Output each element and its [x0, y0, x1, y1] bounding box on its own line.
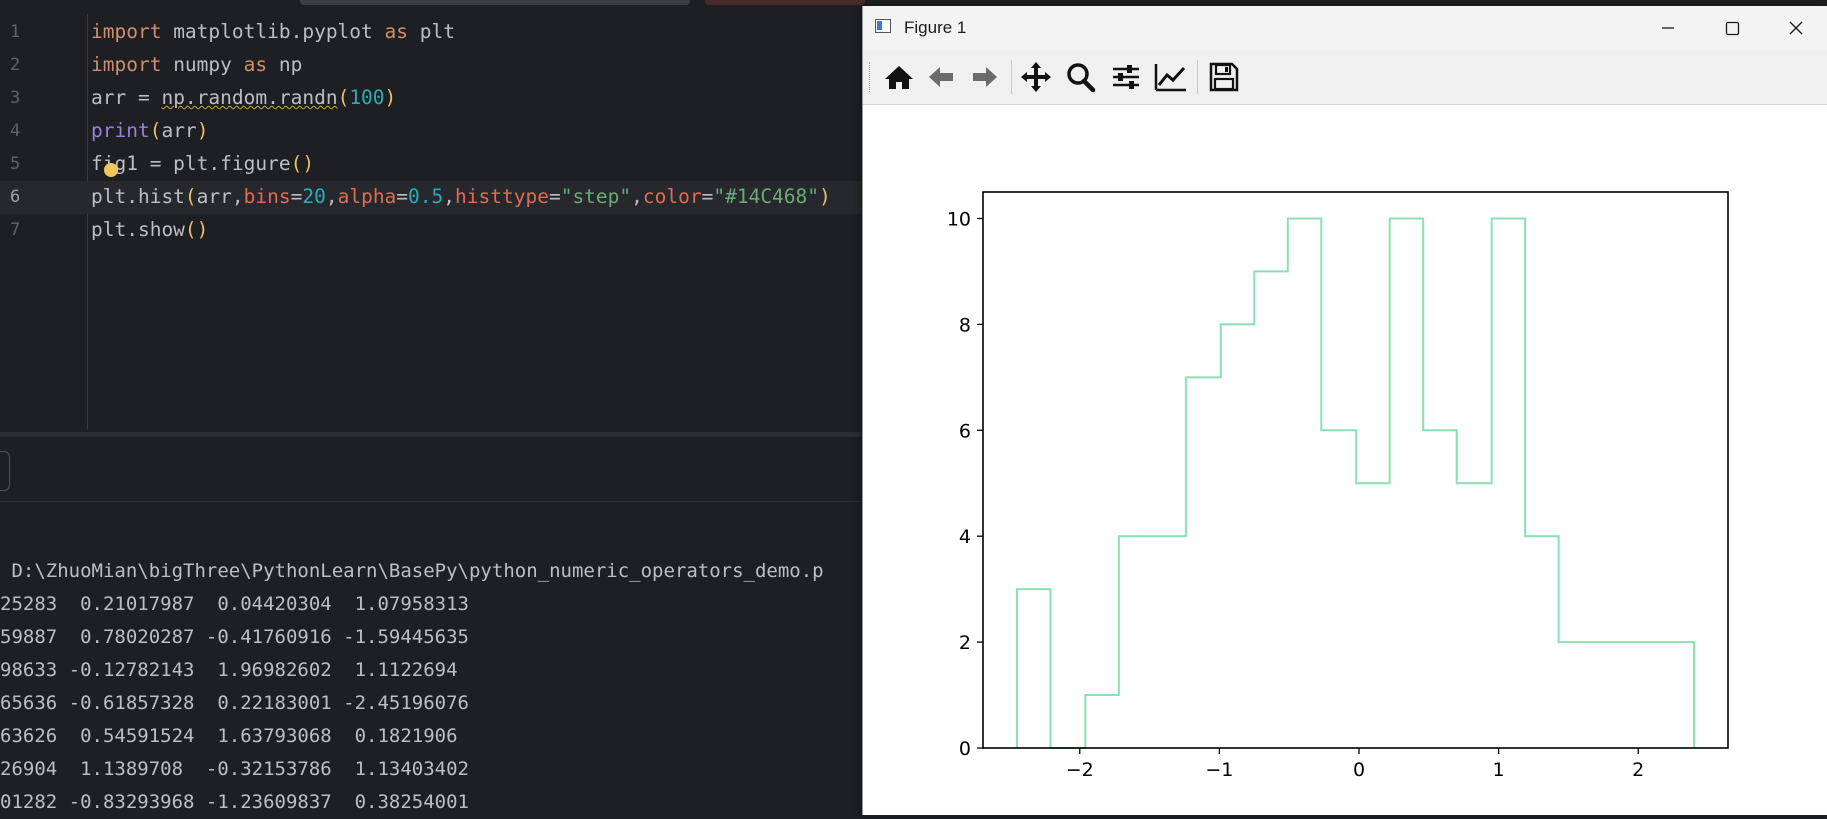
code-text: print(arr) [91, 119, 209, 142]
code-line[interactable]: 7 plt.show() [0, 214, 870, 247]
app-icon [875, 19, 891, 33]
save-icon[interactable] [1206, 60, 1242, 94]
histogram-step-line [1015, 217, 1696, 749]
console-row: 65636 -0.61857328 0.22183001 -2.45196076 [0, 692, 469, 714]
y-tick-label: 4 [959, 526, 971, 548]
editor-tab-strip[interactable] [300, 0, 690, 5]
code-line[interactable]: 5 fig1 = plt.figure() [0, 148, 870, 181]
line-number: 5 [10, 154, 21, 174]
console-row: 26904 1.1389708 -0.32153786 1.13403402 [0, 758, 469, 780]
code-text: plt.hist(arr,bins=20,alpha=0.5,histtype=… [91, 185, 831, 208]
console-row: 25283 0.21017987 0.04420304 1.07958313 [0, 593, 469, 615]
title-bar[interactable]: Figure 1 [863, 6, 1827, 50]
code-text: arr = np.random.randn(100) [91, 86, 397, 109]
line-number: 4 [10, 121, 21, 141]
code-line[interactable]: 4 print(arr) [0, 115, 870, 148]
run-widget[interactable] [705, 0, 865, 5]
zoom-icon[interactable] [1063, 60, 1099, 94]
toolbar-grip[interactable] [869, 62, 873, 92]
figure-canvas[interactable]: −2 −1 0 1 2 0 2 4 6 8 10 [863, 105, 1827, 815]
console-row: 63626 0.54591524 1.63793068 0.1821906 [0, 725, 458, 747]
line-number: 2 [10, 55, 21, 75]
run-console[interactable]: D:\ZhuoMian\bigThree\PythonLearn\BasePy\… [0, 555, 870, 815]
x-tick-label: −2 [1066, 759, 1094, 781]
line-number: 3 [10, 88, 21, 108]
line-number: 6 [10, 187, 21, 207]
code-text: fig1 = plt.figure() [91, 152, 315, 175]
code-line[interactable]: 2 import numpy as np [0, 49, 870, 82]
figure-toolbar [863, 50, 1827, 105]
window-title: Figure 1 [904, 18, 967, 37]
tool-window-header [0, 437, 870, 502]
code-line[interactable]: 3 arr = np.random.randn(100) [0, 82, 870, 115]
lightbulb-icon[interactable] [104, 163, 118, 177]
back-icon[interactable] [923, 60, 959, 94]
code-text: import matplotlib.pyplot as plt [91, 20, 455, 43]
y-tick-label: 2 [959, 632, 971, 654]
code-text: import numpy as np [91, 53, 303, 76]
warning-squiggle: np.random.randn [161, 86, 338, 109]
y-tick-label: 0 [959, 738, 971, 760]
code-line[interactable]: 1 import matplotlib.pyplot as plt [0, 16, 870, 49]
console-row: 98633 -0.12782143 1.96982602 1.1122694 [0, 659, 458, 681]
y-tick-label: 8 [959, 314, 971, 336]
maximize-button[interactable] [1700, 6, 1764, 50]
toolbar-separator [1011, 60, 1012, 94]
tool-window-tab[interactable] [0, 451, 10, 491]
toolbar-separator [1197, 60, 1198, 94]
code-text: plt.show() [91, 218, 209, 241]
console-row: 01282 -0.83293968 -1.23609837 0.38254001 [0, 791, 469, 813]
x-tick-label: 2 [1632, 759, 1644, 781]
histogram-chart[interactable]: −2 −1 0 1 2 0 2 4 6 8 10 [863, 105, 1827, 815]
forward-icon[interactable] [967, 60, 1003, 94]
ide-panel: 1 import matplotlib.pyplot as plt 2 impo… [0, 0, 870, 815]
edit-axis-icon[interactable] [1153, 60, 1189, 94]
x-tick-label: 1 [1493, 759, 1505, 781]
y-tick-label: 6 [959, 420, 971, 442]
close-button[interactable] [1764, 6, 1827, 50]
console-row: 59887 0.78020287 -0.41760916 -1.59445635 [0, 626, 469, 648]
line-number: 7 [10, 220, 21, 240]
pan-icon[interactable] [1018, 60, 1054, 94]
console-path: D:\ZhuoMian\bigThree\PythonLearn\BasePy\… [0, 560, 824, 582]
x-tick-label: −1 [1205, 759, 1233, 781]
minimize-button[interactable] [1636, 6, 1700, 50]
code-line-current[interactable]: 6 plt.hist(arr,bins=20,alpha=0.5,histtyp… [0, 181, 870, 214]
home-icon[interactable] [881, 60, 917, 94]
code-editor[interactable]: 1 import matplotlib.pyplot as plt 2 impo… [0, 14, 870, 434]
line-number: 1 [10, 22, 21, 42]
figure-window: Figure 1 −2 −1 0 1 2 0 2 4 6 8 10 [862, 6, 1827, 815]
x-tick-label: 0 [1353, 759, 1365, 781]
configure-subplots-icon[interactable] [1108, 60, 1144, 94]
y-tick-label: 10 [947, 208, 971, 230]
